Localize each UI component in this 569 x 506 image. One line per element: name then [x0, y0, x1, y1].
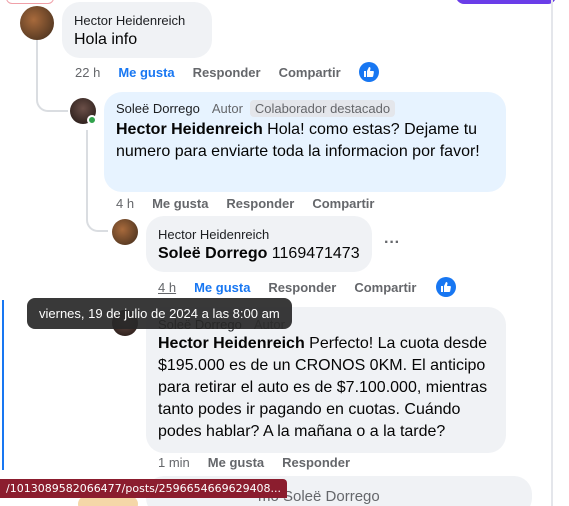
timestamp-tooltip: viernes, 19 de julio de 2024 a las 8:00 … [27, 298, 292, 329]
top-contributor-badge: Colaborador destacado [249, 100, 396, 117]
avatar[interactable] [20, 6, 54, 40]
author-badge: Autor [211, 101, 243, 116]
scrollbar-track[interactable] [551, 0, 553, 506]
share-button[interactable]: Compartir [279, 65, 341, 80]
comment-time[interactable]: 22 h [75, 65, 100, 80]
comment-header: Soleë Dorrego Autor Colaborador destacad… [116, 100, 396, 117]
comment-author[interactable]: Hector Heidenreich [74, 13, 185, 28]
comment-body: 1169471473 [267, 245, 360, 262]
comment-text: Hector Heidenreich Hola! como estas? Dej… [116, 119, 496, 163]
status-url: /1013089582066477/posts/2596654669629408… [0, 479, 288, 498]
reply-button[interactable]: Responder [282, 455, 350, 470]
like-button[interactable]: Me gusta [152, 196, 208, 211]
reply-button[interactable]: Responder [226, 196, 294, 211]
comment-bubble: Hector Heidenreich Soleë Dorrego 1169471… [146, 216, 372, 272]
comment-author[interactable]: Soleë Dorrego [116, 101, 200, 116]
mention-link[interactable]: Hector Heidenreich [158, 335, 305, 352]
share-button[interactable]: Compartir [354, 280, 416, 295]
comment-actions: 22 h Me gusta Responder Compartir [75, 65, 359, 80]
comment-actions: 1 min Me gusta Responder [158, 455, 368, 470]
top-action-button[interactable] [456, 0, 556, 4]
mention-link[interactable]: Soleë Dorrego [158, 245, 267, 262]
comment-text: Hector Heidenreich Perfecto! La cuota de… [158, 333, 498, 443]
reply-button[interactable]: Responder [268, 280, 336, 295]
comment-time[interactable]: 4 h [158, 280, 176, 295]
comment-actions: 4 h Me gusta Responder Compartir [116, 196, 392, 211]
mention-link[interactable]: Hector Heidenreich [116, 121, 263, 138]
comment-actions: 4 h Me gusta Responder Compartir [158, 280, 434, 295]
comment-author[interactable]: Hector Heidenreich [158, 227, 269, 242]
comment-text: Hola info [74, 31, 138, 48]
like-button[interactable]: Me gusta [118, 65, 174, 80]
like-button[interactable]: Me gusta [194, 280, 250, 295]
comment-bubble: Hector Heidenreich Hola info [62, 2, 212, 58]
comment-bubble: Soleë Dorrego Autor Colaborador destacad… [104, 92, 506, 192]
share-button[interactable]: Compartir [312, 196, 374, 211]
reply-button[interactable]: Responder [193, 65, 261, 80]
comment-text: Soleë Dorrego 1169471473 [158, 243, 360, 265]
comment-time[interactable]: 4 h [116, 196, 134, 211]
more-options-button[interactable]: ··· [384, 234, 400, 252]
online-status-icon [87, 115, 97, 125]
like-reaction-icon[interactable] [436, 277, 456, 297]
focus-indicator [2, 300, 4, 470]
like-button[interactable]: Me gusta [208, 455, 264, 470]
avatar[interactable] [112, 219, 138, 245]
thread-line [36, 40, 68, 112]
like-reaction-icon[interactable] [359, 62, 379, 82]
top-left-tab[interactable] [6, 0, 54, 4]
comment-time[interactable]: 1 min [158, 455, 190, 470]
